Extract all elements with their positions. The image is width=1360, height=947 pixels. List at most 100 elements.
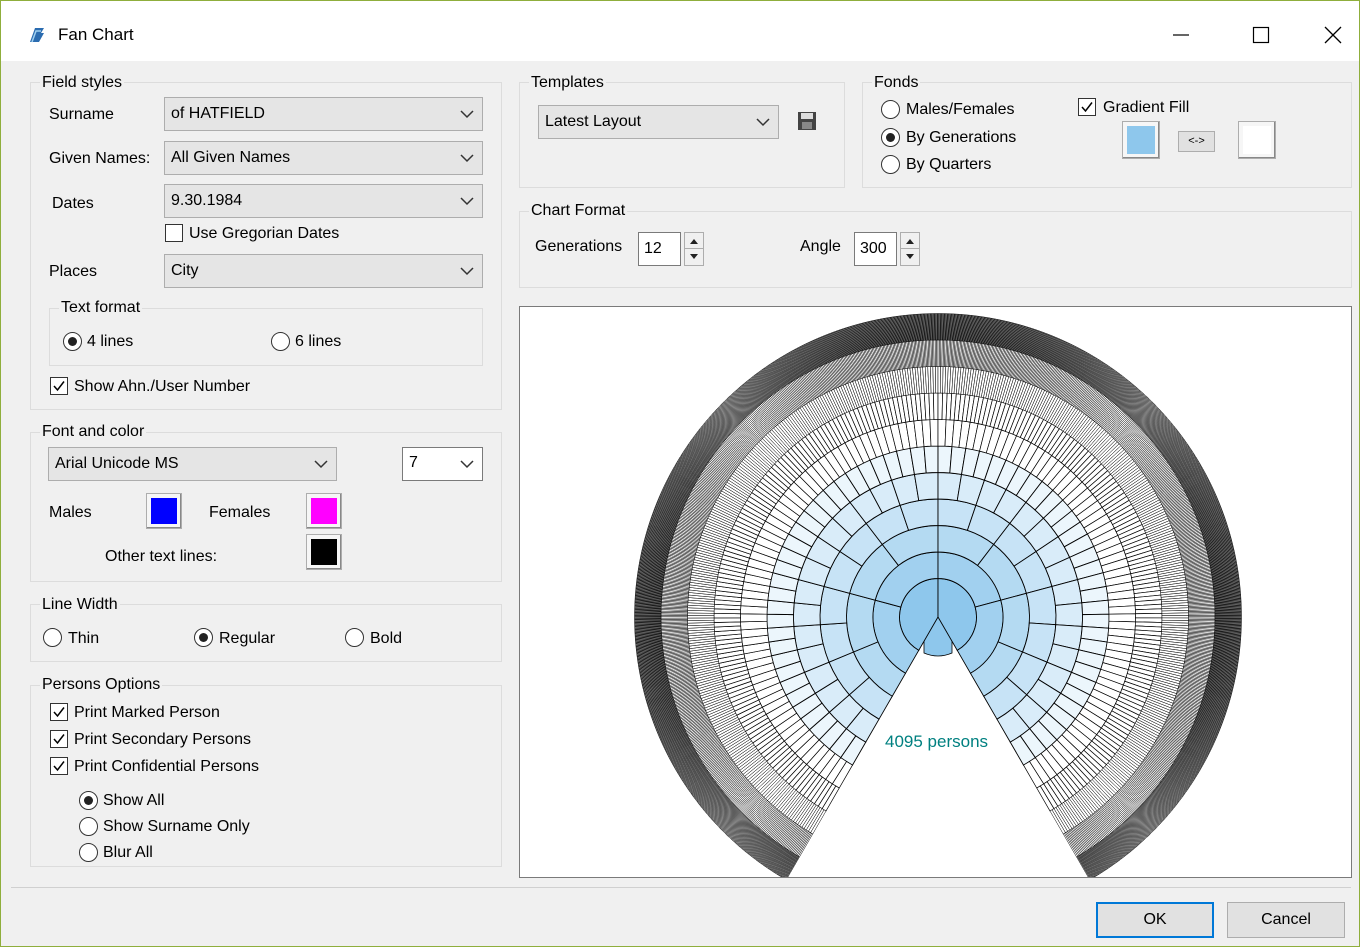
places-value: City — [171, 262, 199, 279]
surname-select[interactable]: of HATFIELD — [164, 97, 483, 131]
text-format-legend: Text format — [59, 299, 143, 317]
checkmark-icon — [53, 734, 65, 745]
template-select[interactable]: Latest Layout — [538, 105, 779, 139]
text-format-4-lines-radio[interactable] — [63, 332, 82, 351]
fan-cell — [997, 592, 1030, 653]
line-width-legend: Line Width — [40, 596, 120, 614]
males-color-button[interactable] — [146, 493, 182, 529]
show-all-label: Show All — [103, 792, 165, 809]
line-width-regular-label: Regular — [219, 630, 276, 647]
fan-chart-dialog: Fan Chart Field styles Surname of HATFIE… — [0, 0, 1360, 947]
blur-all-radio[interactable] — [79, 843, 98, 862]
gradient-end-swatch — [1243, 126, 1271, 154]
fan-chart-preview: 4095 persons — [519, 306, 1352, 878]
line-width-bold-radio[interactable] — [345, 628, 364, 647]
chevron-down-icon — [314, 460, 328, 469]
fan-cell — [933, 392, 939, 420]
angle-input[interactable]: 300 — [854, 232, 897, 266]
chevron-down-icon — [460, 460, 474, 469]
angle-down-button[interactable] — [901, 249, 919, 265]
use-gregorian-label: Use Gregorian Dates — [189, 225, 340, 242]
surname-value: of HATFIELD — [171, 105, 265, 122]
text-format-6-lines-label: 6 lines — [295, 333, 342, 350]
dates-select[interactable]: 9.30.1984 — [164, 184, 483, 218]
males-color-swatch — [151, 498, 177, 524]
fan-cell — [846, 592, 879, 653]
swap-colors-button[interactable]: <-> — [1178, 131, 1215, 152]
checkmark-icon — [53, 381, 65, 392]
generations-up-button[interactable] — [685, 233, 703, 249]
fan-cell — [1081, 599, 1110, 616]
window-title: Fan Chart — [58, 25, 134, 44]
given-names-select[interactable]: All Given Names — [164, 141, 483, 175]
line-width-thin-radio[interactable] — [43, 628, 62, 647]
print-marked-label: Print Marked Person — [74, 704, 220, 721]
minimize-icon — [1173, 34, 1189, 36]
chevron-down-icon — [460, 267, 474, 276]
print-marked-checkbox[interactable] — [50, 703, 68, 721]
fan-cell — [740, 613, 768, 623]
fan-cell — [766, 613, 795, 629]
fan-cell — [1108, 605, 1136, 615]
fan-cell — [687, 617, 715, 621]
close-icon — [1324, 26, 1342, 44]
generations-input[interactable]: 12 — [638, 232, 681, 266]
show-ahn-checkbox[interactable] — [50, 377, 68, 395]
maximize-icon — [1252, 26, 1270, 44]
show-all-radio[interactable] — [79, 791, 98, 810]
title-bar: Fan Chart — [1, 1, 1359, 61]
generations-spinner[interactable] — [684, 232, 704, 266]
fan-cell — [793, 602, 822, 627]
print-secondary-checkbox[interactable] — [50, 730, 68, 748]
fonds-legend: Fonds — [872, 74, 921, 92]
close-button[interactable] — [1313, 17, 1353, 53]
fonds-by-generations-radio[interactable] — [881, 128, 900, 147]
other-text-color-button[interactable] — [306, 534, 342, 570]
other-text-color-swatch — [311, 539, 337, 565]
fan-cell — [1081, 613, 1110, 629]
fonds-by-quarters-radio[interactable] — [881, 155, 900, 174]
chevron-down-icon — [756, 118, 770, 127]
text-format-6-lines-radio[interactable] — [271, 332, 290, 351]
field-styles-legend: Field styles — [40, 74, 125, 92]
cancel-button[interactable]: Cancel — [1227, 902, 1345, 938]
ok-button[interactable]: OK — [1096, 902, 1214, 938]
print-confidential-checkbox[interactable] — [50, 757, 68, 775]
places-select[interactable]: City — [164, 254, 483, 288]
font-family-select[interactable]: Arial Unicode MS — [48, 447, 337, 481]
generations-down-button[interactable] — [685, 249, 703, 265]
gradient-end-color-button[interactable] — [1238, 121, 1276, 159]
show-surname-only-radio[interactable] — [79, 817, 98, 836]
persons-count-label: 4095 persons — [885, 732, 989, 751]
spin-up-icon — [906, 239, 914, 244]
fonds-males-females-radio[interactable] — [881, 100, 900, 119]
females-label: Females — [209, 504, 271, 521]
fan-cell — [713, 617, 741, 623]
use-gregorian-checkbox[interactable] — [165, 224, 183, 242]
chart-format-legend: Chart Format — [529, 202, 628, 220]
line-width-regular-radio[interactable] — [194, 628, 213, 647]
angle-spinner[interactable] — [900, 232, 920, 266]
gradient-fill-checkbox[interactable] — [1078, 98, 1096, 116]
persons-options-legend: Persons Options — [40, 676, 163, 694]
fan-cell — [1135, 612, 1163, 619]
minimize-button[interactable] — [1161, 17, 1201, 53]
save-template-icon[interactable] — [797, 111, 817, 131]
given-names-label: Given Names: — [49, 150, 151, 167]
females-color-button[interactable] — [306, 493, 342, 529]
fonds-by-generations-label: By Generations — [906, 129, 1017, 146]
fan-cell — [913, 472, 939, 502]
font-size-select[interactable]: 7 — [402, 447, 483, 481]
generations-label: Generations — [535, 238, 623, 255]
maximize-button[interactable] — [1241, 17, 1281, 53]
print-confidential-label: Print Confidential Persons — [74, 758, 259, 775]
gradient-start-color-button[interactable] — [1122, 121, 1160, 159]
angle-value: 300 — [860, 240, 887, 257]
angle-up-button[interactable] — [901, 233, 919, 249]
font-family-value: Arial Unicode MS — [55, 455, 179, 472]
checkmark-icon — [1081, 102, 1093, 113]
fonds-males-females-label: Males/Females — [906, 101, 1015, 118]
spin-down-icon — [690, 254, 698, 259]
dates-value: 9.30.1984 — [171, 192, 243, 209]
spin-down-icon — [906, 254, 914, 259]
